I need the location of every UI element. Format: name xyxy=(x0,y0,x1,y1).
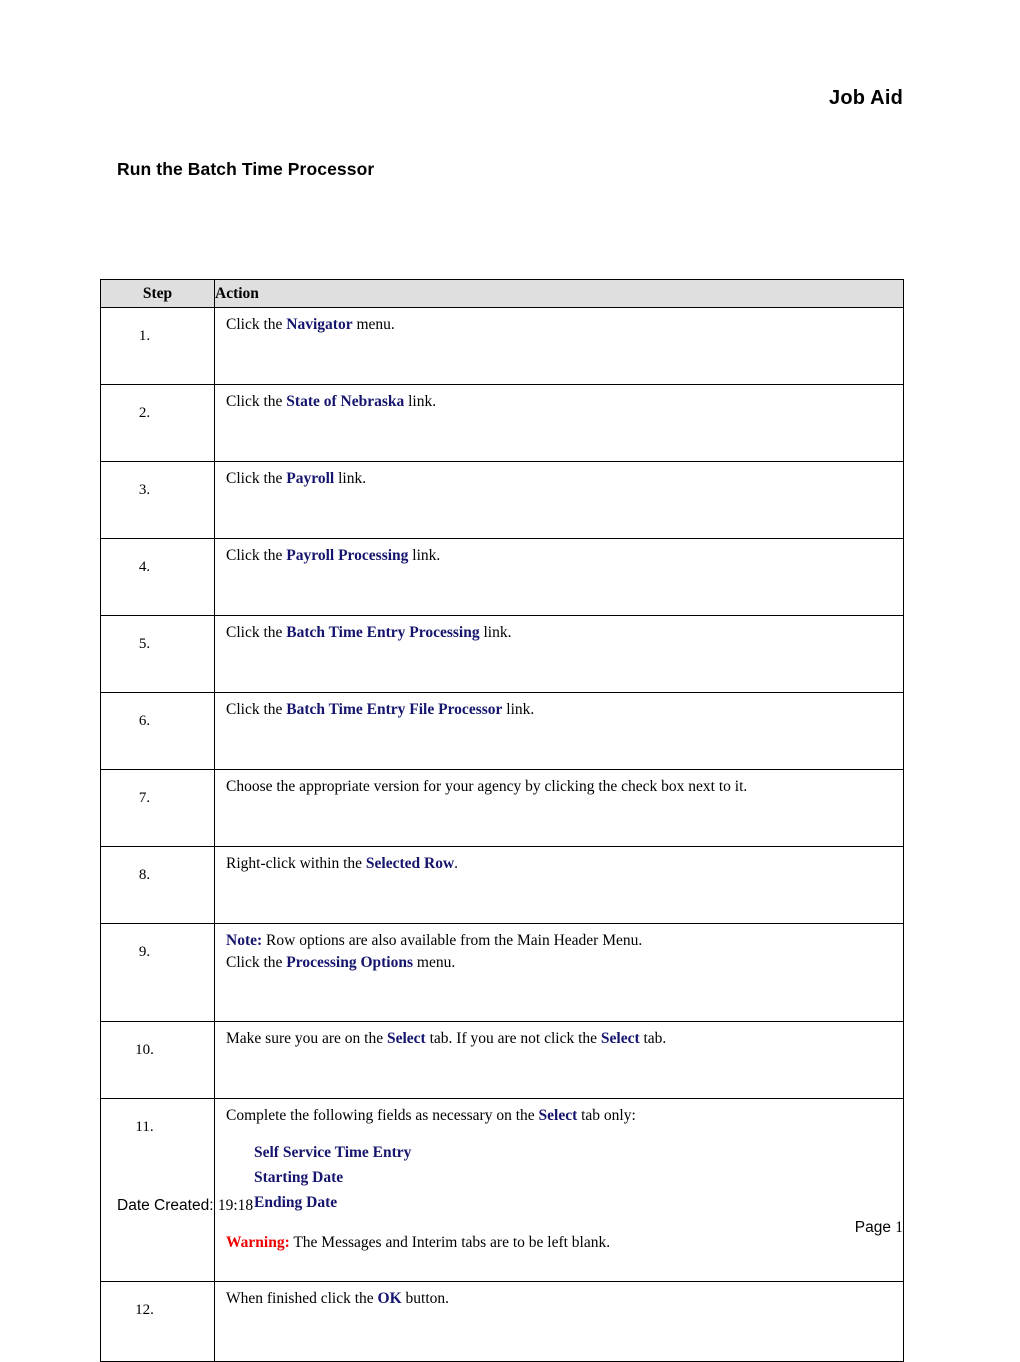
table-row: 5. Click the Batch Time Entry Processing… xyxy=(100,615,904,693)
step-action: When finished click the OK button. xyxy=(214,1281,904,1362)
column-header-action: Action xyxy=(214,279,904,308)
step-number: 10. xyxy=(100,1021,215,1099)
note-label: Note: xyxy=(226,932,263,949)
table-row: 10. Make sure you are on the Select tab.… xyxy=(100,1021,904,1099)
table-header: Step Action xyxy=(100,279,904,308)
step-action: Click the Batch Time Entry Processing li… xyxy=(214,615,904,693)
action-emphasis: Select xyxy=(386,1030,426,1047)
footer-date-created: Date Created: 19:18 xyxy=(117,1196,253,1215)
action-emphasis: Navigator xyxy=(286,316,353,333)
step-action: Click the Payroll link. xyxy=(214,461,904,539)
action-emphasis: Batch Time Entry Processing xyxy=(286,624,480,641)
step-action: Make sure you are on the Select tab. If … xyxy=(214,1021,904,1099)
action-text-suffix: link. xyxy=(408,547,441,564)
step-number: 7. xyxy=(100,769,215,847)
table-row: 3. Click the Payroll link. xyxy=(100,461,904,539)
field-list-item: Self Service Time Entry xyxy=(254,1143,412,1161)
note-line: Note: Row options are also available fro… xyxy=(226,930,895,952)
step-action: Right-click within the Selected Row. xyxy=(214,846,904,924)
table-row: 8. Right-click within the Selected Row. xyxy=(100,846,904,924)
action-text-suffix: link. xyxy=(479,624,512,641)
action-text-suffix: tab only: xyxy=(577,1107,636,1124)
table-row: 11. Complete the following fields as nec… xyxy=(100,1098,904,1282)
action-text-prefix: Click the xyxy=(226,953,287,971)
action-emphasis: Processing Options xyxy=(286,953,414,971)
action-emphasis: OK xyxy=(377,1290,402,1307)
field-list: Self Service Time Entry Starting Date En… xyxy=(226,1127,895,1215)
action-emphasis: State of Nebraska xyxy=(286,393,405,410)
action-text-prefix: Complete the following fields as necessa… xyxy=(226,1107,539,1124)
field-list-item: Starting Date xyxy=(254,1168,344,1186)
table-row: 4. Click the Payroll Processing link. xyxy=(100,538,904,616)
step-number: 12. xyxy=(100,1281,215,1362)
table-row: 7. Choose the appropriate version for yo… xyxy=(100,769,904,847)
action-text-suffix: button. xyxy=(401,1290,450,1307)
column-header-step: Step xyxy=(100,279,215,308)
job-aid-document-page: Job Aid Run the Batch Time Processor Ste… xyxy=(0,0,1020,1362)
step-action: Click the Payroll Processing link. xyxy=(214,538,904,616)
step-number: 5. xyxy=(100,615,215,693)
action-emphasis-secondary: Select xyxy=(600,1030,640,1047)
page-title: Run the Batch Time Processor xyxy=(117,159,375,179)
footer-date-value: 19:18 xyxy=(217,1197,254,1214)
action-emphasis: Select xyxy=(538,1107,578,1124)
action-emphasis: Payroll Processing xyxy=(286,547,409,564)
action-line: Click the Processing Options menu. xyxy=(226,952,895,974)
step-number: 11. xyxy=(100,1098,215,1282)
action-text-suffix: link. xyxy=(502,701,535,718)
action-text-suffix: link. xyxy=(334,470,367,487)
action-text-prefix: Right-click within the xyxy=(226,855,366,872)
step-action: Complete the following fields as necessa… xyxy=(214,1098,904,1282)
action-text-prefix: Choose the appropriate version for your … xyxy=(226,778,748,795)
step-action: Click the Navigator menu. xyxy=(214,307,904,385)
action-text-prefix: Make sure you are on the xyxy=(226,1030,387,1047)
action-text-prefix: Click the xyxy=(226,701,287,718)
action-line: Complete the following fields as necessa… xyxy=(226,1105,895,1127)
step-number: 8. xyxy=(100,846,215,924)
action-emphasis: Selected Row xyxy=(365,855,455,872)
action-emphasis: Batch Time Entry File Processor xyxy=(286,701,503,718)
step-number: 3. xyxy=(100,461,215,539)
table-row: 9. Note: Row options are also available … xyxy=(100,923,904,1022)
action-text-suffix: tab. xyxy=(639,1030,667,1047)
action-emphasis: Payroll xyxy=(286,470,335,487)
step-number: 1. xyxy=(100,307,215,385)
document-kind-label: Job Aid xyxy=(829,87,903,109)
table-row: 2. Click the State of Nebraska link. xyxy=(100,384,904,462)
footer-page-label: Page xyxy=(854,1219,896,1236)
step-action: Choose the appropriate version for your … xyxy=(214,769,904,847)
action-text-prefix: Click the xyxy=(226,624,287,641)
footer-page-value: 1 xyxy=(895,1219,903,1236)
action-text-suffix: . xyxy=(454,855,459,872)
action-text-suffix: menu. xyxy=(352,316,395,333)
action-text-prefix: Click the xyxy=(226,316,287,333)
note-text: Row options are also available from the … xyxy=(262,932,643,949)
action-text-suffix: link. xyxy=(404,393,437,410)
table-row: 12. When finished click the OK button. xyxy=(100,1281,904,1362)
action-text-mid: tab. If you are not click the xyxy=(425,1030,601,1047)
action-text-prefix: Click the xyxy=(226,547,287,564)
action-text-suffix: menu. xyxy=(413,953,456,971)
table-row: 1. Click the Navigator menu. xyxy=(100,307,904,385)
step-action: Note: Row options are also available fro… xyxy=(214,923,904,1022)
step-number: 9. xyxy=(100,923,215,1022)
footer-page-number: Page 1 xyxy=(0,1218,903,1237)
action-text-prefix: When finished click the xyxy=(226,1290,378,1307)
table-row: 6. Click the Batch Time Entry File Proce… xyxy=(100,692,904,770)
field-list-item: Ending Date xyxy=(254,1193,338,1211)
action-text-prefix: Click the xyxy=(226,393,287,410)
footer-date-label: Date Created: xyxy=(117,1197,218,1214)
table-header-row: Step Action xyxy=(100,279,904,308)
step-action: Click the Batch Time Entry File Processo… xyxy=(214,692,904,770)
step-action: Click the State of Nebraska link. xyxy=(214,384,904,462)
step-number: 6. xyxy=(100,692,215,770)
action-text-prefix: Click the xyxy=(226,470,287,487)
step-number: 2. xyxy=(100,384,215,462)
step-number: 4. xyxy=(100,538,215,616)
